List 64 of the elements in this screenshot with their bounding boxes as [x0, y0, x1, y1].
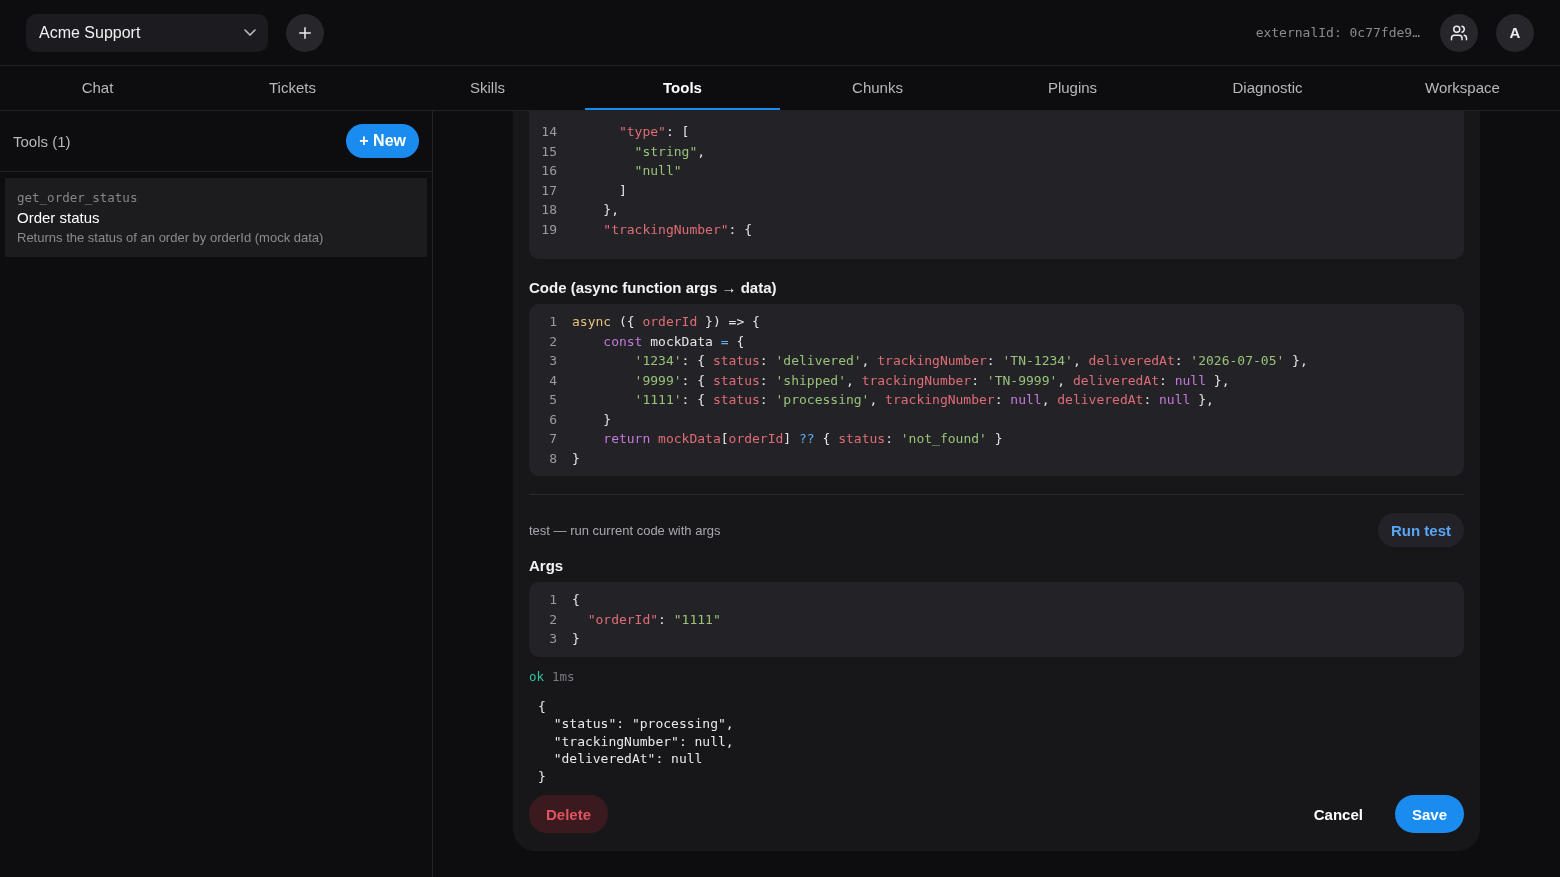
code-line: "trackingNumber": {: [602, 221, 753, 237]
code-label: Code (async function args → data): [529, 279, 778, 296]
tab[interactable]: Diagnostic: [1170, 66, 1365, 110]
tool-id: get_order_status: [17, 190, 139, 205]
code-line: ]: [617, 182, 627, 198]
code-line: const mockData = {: [602, 333, 745, 349]
code-line: },: [602, 202, 619, 218]
code-line: async ({ orderId }) => {: [572, 314, 760, 330]
line-number: 2: [548, 333, 557, 349]
cancel-button[interactable]: Cancel: [1307, 804, 1369, 824]
result-status: ok: [529, 668, 545, 684]
line-number: 2: [548, 611, 557, 627]
delete-button[interactable]: Delete: [529, 795, 609, 833]
users-icon: [1450, 23, 1468, 42]
code-line: '1111': { status: 'processing', trackingNumber: null, deliveredAt: null },: [633, 392, 1214, 408]
tab[interactable]: Chat: [0, 66, 195, 110]
code-line: "null": [633, 163, 682, 179]
tool-name: Order status: [17, 209, 101, 226]
code-line: return mockData[orderId] ?? { status: 'not_found' }: [602, 431, 1003, 447]
code-line: '1234': { status: 'delivered', trackingNumber: 'TN-1234', deliveredAt: '2026-07-05' },: [633, 353, 1308, 369]
line-number: 4: [548, 372, 557, 388]
code-line: '9999': { status: 'shipped', trackingNumber: 'TN-9999', deliveredAt: null },: [633, 372, 1230, 388]
sidebar-title: Tools (1): [13, 132, 71, 150]
result-time: 1ms: [552, 668, 575, 684]
tab[interactable]: Workspace: [1365, 66, 1560, 110]
code-line: "orderId": "1111": [586, 611, 721, 627]
line-number: 3: [548, 353, 557, 369]
chevron-icon: [244, 29, 256, 36]
external-id: externalId: 0c77fde9…: [1255, 25, 1420, 40]
schema-editor[interactable]: 14 "type": [ 15 "string", 16 "null" 17 ] 18 }, 19 "trackingNumber": {: [529, 111, 1464, 259]
tab[interactable]: Tickets: [195, 66, 390, 110]
users-button[interactable]: [1440, 13, 1478, 52]
tool-description: Returns the status of an order by orderId (mock data): [17, 230, 325, 245]
line-number: 19: [540, 221, 557, 237]
args-label: Args: [529, 557, 565, 574]
line-number: 8: [548, 450, 557, 466]
code-line: "string",: [633, 143, 706, 159]
code-line: }: [572, 631, 580, 647]
code-line: }: [572, 450, 580, 466]
tool-item[interactable]: get_order_status Order status Returns the status of an order by orderId (mock data): [5, 178, 427, 257]
line-number: 18: [540, 202, 557, 218]
tab[interactable]: Chunks: [780, 66, 975, 110]
args-editor[interactable]: 1 { 2 "orderId": "1111" 3 }: [529, 582, 1464, 657]
line-number: 5: [548, 392, 557, 408]
line-number: 1: [548, 314, 557, 330]
line-number: 1: [548, 592, 557, 608]
line-number: 17: [540, 182, 557, 198]
line-number: 3: [548, 631, 557, 647]
line-number: 7: [548, 431, 557, 447]
run-test-button[interactable]: Run test: [1378, 513, 1464, 547]
line-number: 6: [548, 411, 557, 427]
line-number: 15: [540, 143, 557, 159]
result-output: { "status": "processing", "trackingNumber": null, "deliveredAt": null }: [538, 697, 735, 785]
code-line: }: [602, 411, 612, 427]
line-number: 16: [540, 163, 557, 179]
add-button[interactable]: [286, 13, 324, 52]
avatar[interactable]: A: [1496, 13, 1534, 52]
code-line: "type": [: [617, 124, 690, 140]
test-caption: test — run current code with args: [529, 522, 721, 538]
code-line: {: [572, 592, 580, 608]
tab[interactable]: Plugins: [975, 66, 1170, 110]
line-number: 14: [540, 124, 557, 140]
tab[interactable]: Skills: [390, 66, 585, 110]
workspace-select[interactable]: Acme Support: [26, 13, 268, 52]
